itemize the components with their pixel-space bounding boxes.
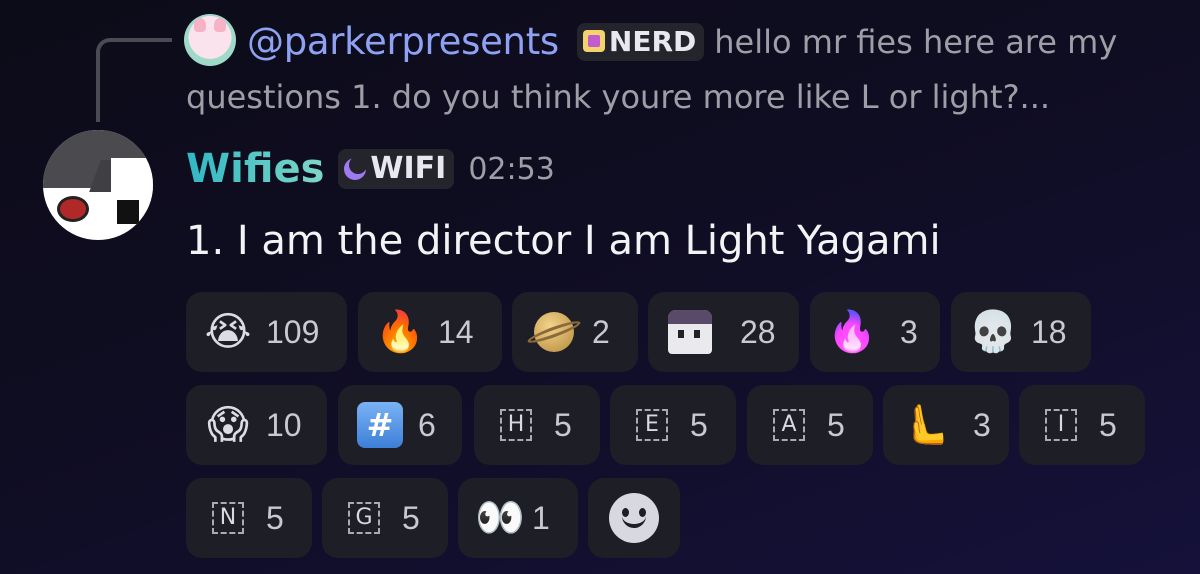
message-timestamp[interactable]: 02:53	[468, 152, 554, 187]
eyes-icon: 👀	[475, 495, 525, 541]
letter-h-glyph: H	[500, 409, 532, 441]
letter-n-glyph: N	[212, 502, 244, 534]
author-tag[interactable]: WIFI	[338, 149, 455, 189]
reaction-letter-n[interactable]: N 5	[186, 478, 312, 558]
reaction-count: 3	[900, 313, 918, 350]
reaction-fire[interactable]: 🔥 14	[358, 292, 502, 372]
letter-e-glyph: E	[636, 409, 668, 441]
reply-header: @parkerpresents NERD hello mr fies here …	[247, 20, 1117, 63]
regional-indicator-n-icon: N	[204, 494, 252, 542]
author-tag-label: WIFI	[370, 151, 447, 186]
letter-g-glyph: G	[348, 502, 380, 534]
reply-user-tag[interactable]: NERD	[576, 22, 705, 61]
reaction-screaming[interactable]: 😱 10	[186, 385, 327, 465]
avatar-censor-block-shape	[117, 200, 139, 224]
reaction-count: 1	[532, 499, 550, 536]
keycap-hash-glyph: #	[357, 402, 403, 448]
reaction-count: 3	[973, 406, 991, 443]
face-screaming-in-fear-icon: 😱	[207, 402, 249, 448]
reaction-count: 28	[740, 313, 776, 350]
reaction-count: 5	[402, 499, 420, 536]
avatar-ear-right-shape	[214, 18, 226, 32]
fire-icon: 🔥	[375, 309, 425, 355]
ringed-planet-icon	[530, 308, 578, 356]
reaction-loudly-crying[interactable]: 😭 109	[186, 292, 347, 372]
ghost-shape	[668, 310, 712, 354]
purple-fire-icon: 🔥	[827, 309, 877, 355]
reaction-pushing-hand[interactable]: 🫷 3	[883, 385, 1009, 465]
reaction-count: 10	[266, 406, 302, 443]
reaction-count: 5	[827, 406, 845, 443]
reaction-count: 2	[592, 313, 610, 350]
reply-connector-line	[96, 38, 172, 122]
avatar-ear-left-shape	[194, 18, 206, 32]
reaction-keycap-hash[interactable]: # 6	[338, 385, 462, 465]
reply-preview-text[interactable]: hello mr fies here are my	[714, 23, 1117, 61]
ringed-planet-shape	[534, 312, 574, 352]
author-username[interactable]: Wifies	[186, 146, 324, 192]
avatar-eye-shape	[57, 196, 89, 222]
skull-icon: 💀	[968, 309, 1018, 355]
regional-indicator-a-icon: A	[765, 401, 813, 449]
reaction-letter-g[interactable]: G 5	[322, 478, 448, 558]
reaction-ringed-planet[interactable]: 2	[512, 292, 638, 372]
reaction-letter-i[interactable]: I 5	[1019, 385, 1145, 465]
letter-i-glyph: I	[1045, 409, 1077, 441]
reaction-purple-fire[interactable]: 🔥 3	[810, 292, 940, 372]
regional-indicator-i-icon: I	[1037, 401, 1085, 449]
reaction-letter-a[interactable]: A 5	[747, 385, 873, 465]
raised-back-of-hand-icon: 🫷	[900, 402, 950, 448]
reaction-count: 5	[690, 406, 708, 443]
regional-indicator-e-icon: E	[628, 401, 676, 449]
reaction-count: 5	[1099, 406, 1117, 443]
nerd-tag-icon	[582, 30, 605, 52]
reaction-count: 5	[266, 499, 284, 536]
reaction-count: 109	[266, 313, 320, 350]
message-header: Wifies WIFI 02:53	[186, 146, 555, 192]
reaction-count: 18	[1031, 313, 1067, 350]
reply-username[interactable]: @parkerpresents	[247, 20, 559, 63]
crescent-moon-icon	[344, 155, 368, 180]
add-reaction-button[interactable]	[588, 478, 680, 558]
reaction-eyes[interactable]: 👀 1	[458, 478, 578, 558]
letter-a-glyph: A	[773, 409, 805, 441]
reaction-count: 14	[438, 313, 474, 350]
reaction-custom-ghost[interactable]: 28	[648, 292, 799, 372]
reaction-count: 5	[554, 406, 572, 443]
add-reaction-smiley-icon	[609, 493, 659, 543]
keycap-hash-icon: #	[356, 401, 404, 449]
reply-avatar[interactable]	[184, 14, 236, 66]
author-avatar[interactable]	[43, 130, 153, 240]
reaction-skull[interactable]: 💀 18	[951, 292, 1091, 372]
reply-preview-text-continued[interactable]: questions 1. do you think youre more lik…	[186, 78, 1050, 116]
loudly-crying-face-icon: 😭	[204, 309, 252, 355]
reaction-letter-e[interactable]: E 5	[610, 385, 736, 465]
regional-indicator-g-icon: G	[340, 494, 388, 542]
custom-ghost-emoji-icon	[666, 308, 714, 356]
reply-user-tag-label: NERD	[608, 24, 697, 58]
reaction-count: 6	[418, 406, 436, 443]
reaction-letter-h[interactable]: H 5	[474, 385, 600, 465]
message-content: 1. I am the director I am Light Yagami	[186, 218, 941, 264]
regional-indicator-h-icon: H	[492, 401, 540, 449]
